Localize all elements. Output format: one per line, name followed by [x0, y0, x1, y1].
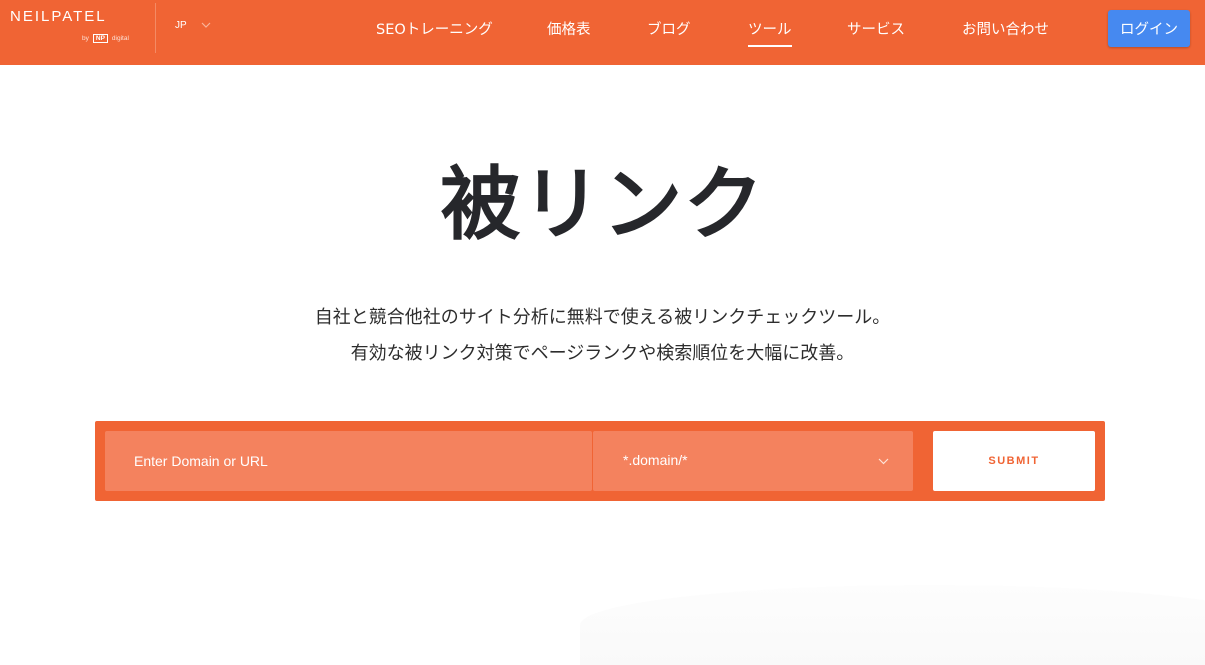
- nav-item-blog[interactable]: ブログ: [647, 18, 691, 39]
- description-line-1: 自社と競合他社のサイト分析に無料で使える被リンクチェックツール。: [314, 307, 891, 328]
- chevron-down-icon: [201, 22, 211, 28]
- logo-by-text: by: [82, 35, 89, 42]
- submit-button[interactable]: SUBMIT: [933, 431, 1095, 491]
- logo-digital-text: digital: [111, 35, 129, 42]
- nav-item-tools[interactable]: ツール: [748, 18, 792, 47]
- header-divider: [155, 3, 156, 53]
- logo-byline: by NP digital: [82, 34, 129, 43]
- backlink-search-form: *.domain/* SUBMIT: [95, 421, 1105, 501]
- decorative-background-shape: [580, 585, 1205, 665]
- language-selector[interactable]: JP: [175, 20, 211, 31]
- language-label: JP: [175, 20, 187, 31]
- domain-url-input[interactable]: [105, 431, 592, 491]
- logo-wordmark: NEILPATEL: [10, 8, 107, 25]
- nav-item-contact[interactable]: お問い合わせ: [962, 18, 1049, 39]
- nav-item-services[interactable]: サービス: [847, 18, 905, 39]
- login-button[interactable]: ログイン: [1108, 10, 1190, 47]
- neilpatel-logo[interactable]: NEILPATEL by NP digital: [10, 8, 140, 50]
- domain-mode-value: *.domain/*: [623, 452, 688, 468]
- top-navigation-bar: NEILPATEL by NP digital JP SEOトレーニング 価格表…: [0, 0, 1205, 65]
- domain-mode-select[interactable]: *.domain/*: [593, 431, 913, 491]
- description-line-2: 有効な被リンク対策でページランクや検索順位を大幅に改善。: [350, 343, 855, 364]
- nav-item-pricing[interactable]: 価格表: [547, 18, 591, 39]
- np-digital-badge: NP: [92, 34, 108, 43]
- chevron-down-icon: [878, 458, 889, 465]
- page-title: 被リンク: [440, 158, 765, 251]
- nav-item-seo-training[interactable]: SEOトレーニング: [376, 18, 493, 39]
- page-description: 自社と競合他社のサイト分析に無料で使える被リンクチェックツール。 有効な被リンク…: [0, 300, 1205, 372]
